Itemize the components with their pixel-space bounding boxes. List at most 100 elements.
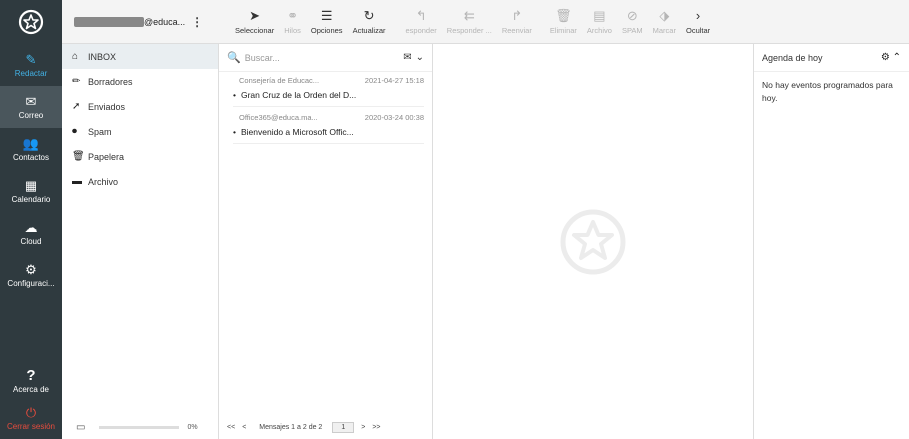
page-number-input[interactable]: 1 [332,421,355,433]
select-label: Seleccionar [235,26,275,35]
quota-bar [99,425,180,429]
pencil-icon: ✏ [72,76,81,87]
nav-compose[interactable]: ✎ Redactar [0,44,62,86]
contacts-icon: 👥 [22,135,40,151]
message-subject-row: • Bienvenido a Microsoft Offic... [233,127,424,144]
forward-button[interactable]: ↱ Reenviar [497,0,537,44]
archive-label: Archivo [586,26,612,35]
folder-inbox[interactable]: ⌂ INBOX [62,44,218,69]
options-label: Opciones [310,26,343,35]
forward-label: Reenviar [501,26,532,35]
calendar-icon: ▦ [24,177,38,193]
compose-icon: ✎ [25,51,37,67]
nav-cloud[interactable]: ☁ Cloud [0,212,62,254]
gear-icon[interactable]: ⚙ ⌃ [881,52,901,63]
reply-all-icon: ⇇ [463,8,475,23]
next-page-button[interactable]: > [361,424,365,431]
list-item[interactable]: Office365@educa.ma... 2020-03-24 00:38 • B… [219,109,432,146]
select-button[interactable]: ➤ Seleccionar [230,0,279,44]
folder-archive[interactable]: ▬ Archivo [62,169,218,194]
folder-drafts[interactable]: ✏ Borradores [62,69,218,94]
message-date: 2021-04-27 15:18 [364,76,424,85]
folder-label: Enviados [88,101,126,112]
logout-button[interactable]: ⏻ Cerrar sesión [0,400,62,436]
account-menu-icon[interactable]: ⋮ [191,15,203,29]
nav-calendar-label: Calendario [11,194,51,204]
search-icon: 🔍 [227,52,241,64]
power-icon: ⏻ [25,404,37,420]
archive-icon: ▬ [72,176,82,187]
folder-label: Archivo [88,176,119,187]
app-sidebar: ✎ Redactar ✉ Correo 👥 Contactos ▦ Calend… [0,0,62,439]
spam-label: SPAM [621,26,643,35]
last-page-button[interactable]: >> [372,424,380,431]
quota-footer: ▭ 0% [62,415,218,439]
folder-sent[interactable]: ➚ Enviados [62,94,218,119]
agenda-panel: Agenda de hoy ⚙ ⌃ No hay eventos program… [754,44,909,439]
message-subject: Bienvenido a Microsoft Offic... [240,127,354,137]
message-from: Office365@educa.ma... [239,113,318,122]
forward-icon: ↱ [511,8,523,23]
chevron-down-icon[interactable]: ⌄ [416,52,424,63]
message-subject: Gran Cruz de la Orden del D... [240,90,357,100]
pager: << < Mensajes 1 a 2 de 2 1 > >> [219,415,432,439]
account-switcher[interactable]: @educa... ⋮ [62,0,217,44]
account-name-redacted [74,17,144,27]
message-list: 🔍 ✉ ⌄ Consejería de Educac... 2021-04-27 … [219,44,433,439]
nav-about[interactable]: ? Acerca de [0,360,62,402]
cursor-icon: ➤ [249,8,261,23]
options-icon: ☰ [320,8,333,23]
nav-mail[interactable]: ✉ Correo [0,86,62,128]
reply-icon: ↰ [415,8,427,23]
hide-label: Ocultar [685,26,711,35]
options-button[interactable]: ☰ Opciones [306,0,348,44]
folder-label: Borradores [88,76,133,87]
agenda-empty-text: No hay eventos programados para hoy. [762,80,893,103]
bullet-icon: • [233,90,236,100]
list-item[interactable]: Consejería de Educac... 2021-04-27 15:18 … [219,72,432,109]
trash-icon: 🗑 [555,8,572,23]
first-page-button[interactable]: << [227,424,235,431]
agenda-title: Agenda de hoy [762,52,823,63]
mail-toolbar: ➤ Seleccionar ⚭ Hilos ☰ Opciones ↻ Actualiza… [230,0,715,44]
delete-label: Eliminar [549,26,577,35]
mark-label: Marcar [652,26,676,35]
question-icon: ? [26,366,36,384]
search-bar: 🔍 ✉ ⌄ [219,44,432,72]
mark-button[interactable]: ⬗ Marcar [648,0,681,44]
envelope-icon[interactable]: ✉ [403,52,411,63]
database-icon: ▭ [76,421,86,433]
prev-page-button[interactable]: < [242,424,246,431]
reply-button[interactable]: ↰ esponder [401,0,442,44]
folder-label: Papelera [88,151,125,162]
folder-label: INBOX [88,51,117,62]
spam-button[interactable]: ⊘ SPAM [617,0,648,44]
nav-contacts[interactable]: 👥 Contactos [0,128,62,170]
nav-calendar[interactable]: ▦ Calendario [0,170,62,212]
bullet-icon: • [233,127,236,137]
trash-icon: 🗑 [72,151,85,162]
nav-cloud-label: Cloud [20,236,42,246]
reply-all-button[interactable]: ⇇ Responder ... [442,0,497,44]
spam-icon: ⏺ [72,126,77,137]
top-header: @educa... ⋮ ➤ Seleccionar ⚭ Hilos ☰ Opcione… [62,0,909,44]
hide-button[interactable]: › Ocultar [681,0,715,44]
threads-icon: ⚭ [287,8,298,23]
message-meta: Office365@educa.ma... 2020-03-24 00:38 [233,113,424,122]
app-logo [0,0,62,44]
folder-spam[interactable]: ⏺ Spam [62,119,218,144]
search-input[interactable] [244,52,400,63]
refresh-icon: ↻ [363,8,375,23]
archive-icon: ▤ [593,8,606,23]
archive-button[interactable]: ▤ Archivo [582,0,617,44]
star-logo-icon [18,9,44,35]
nav-about-label: Acerca de [12,384,50,394]
watermark-logo-icon [560,209,626,274]
nav-mail-label: Correo [18,110,44,120]
envelope-icon: ✉ [25,93,37,109]
delete-button[interactable]: 🗑 Eliminar [545,0,582,44]
folder-trash[interactable]: 🗑 Papelera [62,144,218,169]
refresh-button[interactable]: ↻ Actualizar [348,0,391,44]
threads-button[interactable]: ⚭ Hilos [279,0,306,44]
nav-settings[interactable]: ⚙ Configuraci... [0,254,62,296]
